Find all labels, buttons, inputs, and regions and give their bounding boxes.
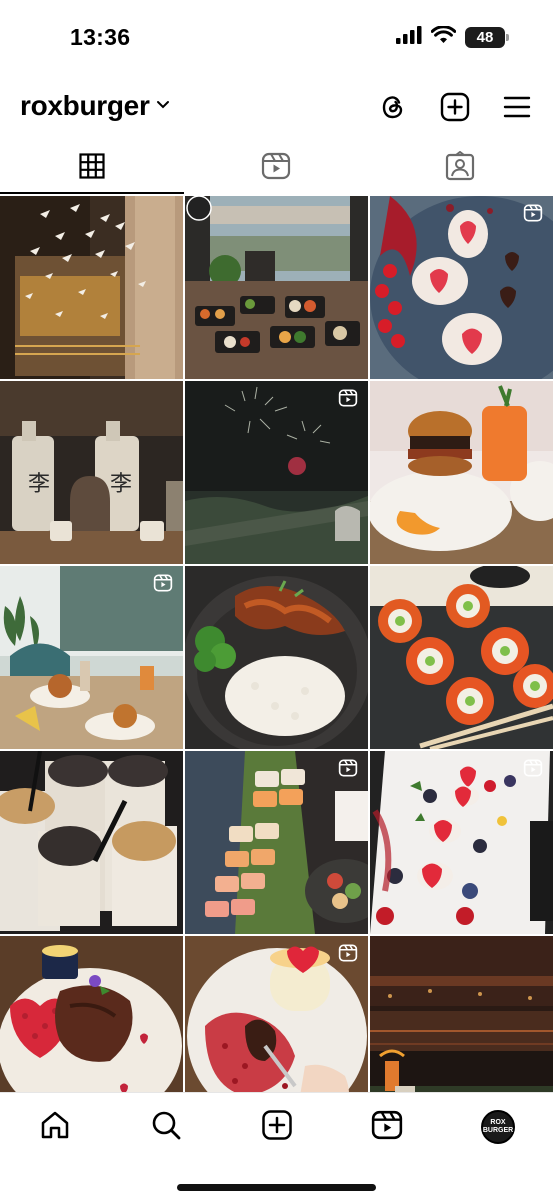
avatar-text-line1: ROX (490, 1119, 506, 1126)
reel-badge-icon (338, 389, 358, 407)
svg-text:李: 李 (110, 472, 132, 497)
svg-text:李: 李 (28, 472, 50, 497)
status-icons: 48 (396, 25, 509, 49)
post-tile[interactable] (185, 196, 368, 379)
nav-profile[interactable]: ROX BURGER (478, 1107, 518, 1147)
new-post-icon[interactable] (440, 92, 470, 122)
status-time: 13:36 (70, 24, 131, 50)
post-tile[interactable] (0, 751, 183, 934)
home-icon (39, 1109, 71, 1146)
reel-badge-icon (523, 759, 543, 777)
post-tile[interactable] (185, 381, 368, 564)
active-tab-indicator (0, 192, 184, 194)
nav-home[interactable] (35, 1107, 75, 1147)
reel-badge-icon (338, 759, 358, 777)
reel-badge-icon (153, 574, 173, 592)
post-tile[interactable] (185, 751, 368, 934)
wifi-icon (430, 25, 457, 49)
chevron-down-icon (156, 97, 170, 115)
bottom-navigation: ROX BURGER (0, 1092, 553, 1201)
threads-icon[interactable] (378, 92, 408, 122)
post-tile[interactable] (0, 196, 183, 379)
profile-tabs (0, 142, 553, 194)
battery-icon: 48 (465, 27, 509, 48)
tab-reels[interactable] (184, 142, 368, 194)
avatar-text-line2: BURGER (482, 1127, 514, 1134)
battery-level: 48 (476, 29, 494, 46)
grid-icon (79, 152, 105, 184)
menu-icon[interactable] (502, 92, 532, 122)
tab-tagged[interactable] (368, 142, 552, 194)
signal-icon (396, 26, 422, 49)
account-switcher[interactable]: roxburger (20, 90, 170, 122)
nav-reels[interactable] (367, 1107, 407, 1147)
post-tile[interactable] (0, 566, 183, 749)
nav-create[interactable] (257, 1107, 297, 1147)
status-bar: 13:36 48 (0, 0, 553, 74)
create-icon (261, 1109, 293, 1146)
post-tile[interactable] (185, 566, 368, 749)
profile-username: roxburger (20, 90, 150, 121)
post-tile[interactable] (370, 381, 553, 564)
post-tile[interactable]: 李 李 (0, 381, 183, 564)
search-icon (150, 1109, 182, 1146)
post-tile[interactable] (370, 566, 553, 749)
nav-search[interactable] (146, 1107, 186, 1147)
profile-header: roxburger (0, 80, 553, 138)
reels-icon (261, 152, 291, 185)
posts-grid: 李 李 (0, 196, 553, 1119)
post-tile[interactable] (370, 196, 553, 379)
profile-avatar: ROX BURGER (481, 1110, 515, 1144)
reel-badge-icon (338, 944, 358, 962)
reels-nav-icon (371, 1109, 403, 1146)
tab-posts[interactable] (0, 142, 184, 194)
home-indicator (177, 1184, 376, 1191)
tagged-icon (445, 150, 475, 186)
post-tile[interactable] (370, 751, 553, 934)
reel-badge-icon (523, 204, 543, 222)
